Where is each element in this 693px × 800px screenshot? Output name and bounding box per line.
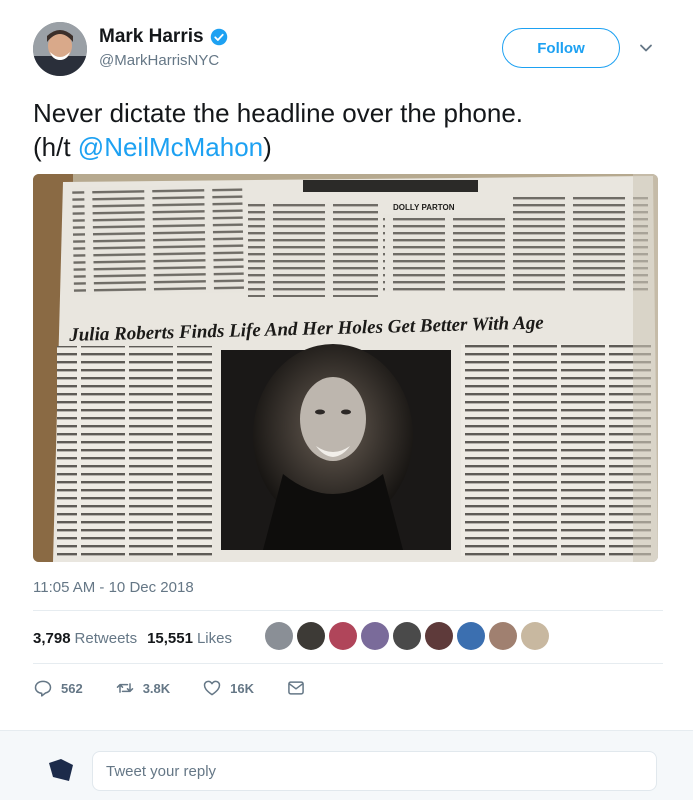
tweet-text-prefix: (h/t — [33, 132, 78, 162]
tweet-header: Mark Harris @MarkHarrisNYC Follow — [33, 22, 663, 82]
divider — [33, 610, 663, 611]
liker-avatars — [265, 622, 549, 650]
retweet-button[interactable]: 3.8K — [115, 678, 170, 698]
liker-avatar[interactable] — [297, 622, 325, 650]
tweet-stats: 3,798 Retweets 15,551 Likes — [33, 624, 242, 652]
liker-avatar[interactable] — [457, 622, 485, 650]
tweet-text-line2: (h/t @NeilMcMahon) — [33, 130, 663, 164]
likes-count[interactable]: 15,551 — [147, 630, 193, 647]
author-handle[interactable]: @MarkHarrisNYC — [99, 52, 219, 69]
retweet-count: 3.8K — [142, 680, 171, 696]
liker-avatar[interactable] — [265, 622, 293, 650]
reply-bar: Tweet your reply — [0, 730, 693, 800]
liker-avatar[interactable] — [521, 622, 549, 650]
like-button[interactable]: 16K — [202, 678, 254, 698]
author-avatar-image — [33, 22, 87, 76]
mention-link[interactable]: @NeilMcMahon — [78, 132, 263, 162]
newspaper-photo: DOLLY PARTON Julia Roberts Finds Life An… — [33, 174, 658, 562]
liker-avatar[interactable] — [393, 622, 421, 650]
liker-avatar[interactable] — [361, 622, 389, 650]
retweets-label[interactable]: Retweets — [75, 630, 138, 647]
reply-button[interactable]: 562 — [33, 678, 83, 698]
author-name[interactable]: Mark Harris — [99, 26, 228, 48]
retweets-count[interactable]: 3,798 — [33, 630, 71, 647]
direct-message-button[interactable] — [286, 678, 306, 698]
tweet-text-line1: Never dictate the headline over the phon… — [33, 98, 524, 128]
tweet-text: Never dictate the headline over the phon… — [33, 96, 663, 164]
author-name-text: Mark Harris — [99, 26, 204, 47]
author-avatar[interactable] — [33, 22, 87, 76]
envelope-icon — [288, 681, 304, 695]
liker-avatar[interactable] — [329, 622, 357, 650]
tweet-text-suffix: ) — [263, 132, 272, 162]
verified-badge-icon — [210, 28, 227, 46]
chevron-down-icon[interactable] — [638, 40, 654, 56]
user-avatar-icon — [49, 759, 73, 781]
like-count: 16K — [230, 680, 255, 696]
follow-button[interactable]: Follow — [502, 28, 620, 68]
tweet-actions: 562 3.8K 16K — [33, 676, 338, 700]
reply-icon — [34, 680, 52, 697]
divider — [33, 663, 663, 664]
tweet-timestamp[interactable]: 11:05 AM - 10 Dec 2018 — [33, 579, 194, 596]
photo-section-label: DOLLY PARTON — [393, 203, 455, 212]
liker-avatar[interactable] — [489, 622, 517, 650]
tweet-photo[interactable]: DOLLY PARTON Julia Roberts Finds Life An… — [33, 174, 658, 562]
liker-avatar[interactable] — [425, 622, 453, 650]
retweet-icon — [116, 683, 133, 693]
heart-icon — [203, 680, 221, 696]
reply-count: 562 — [61, 680, 83, 696]
reply-input[interactable]: Tweet your reply — [92, 751, 657, 791]
likes-label[interactable]: Likes — [197, 630, 232, 647]
